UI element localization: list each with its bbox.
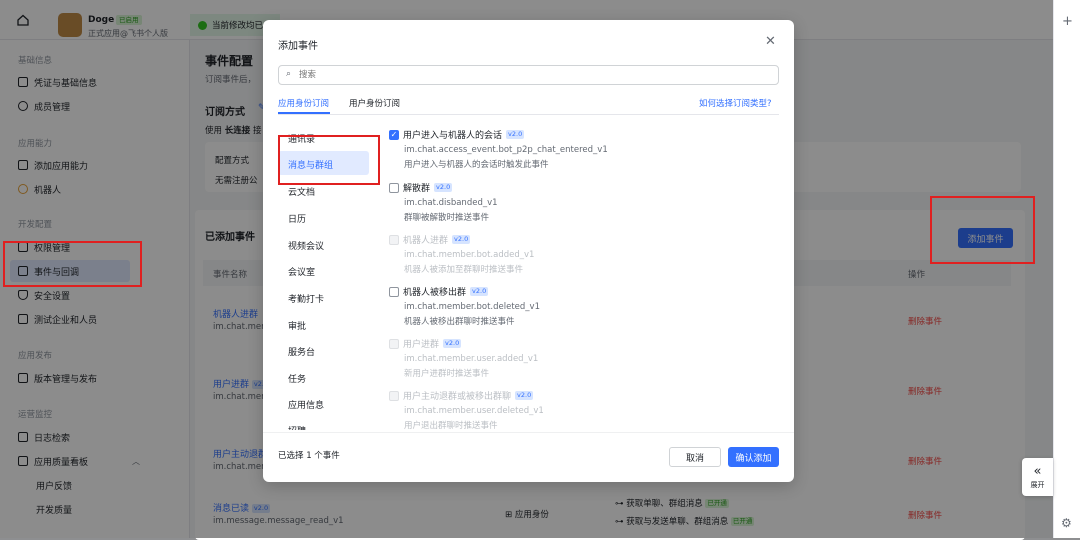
search-box[interactable]: ⌕: [278, 65, 779, 85]
event-code: im.chat.member.user.deleted_v1: [404, 406, 544, 416]
category-list: 通讯录 消息与群组 云文档 日历 视频会议 会议室 考勤打卡 审批 服务台 任务…: [263, 120, 378, 430]
event-item[interactable]: 解散群 v2.0 im.chat.disbanded_v1 群聊被解散时推送事件: [389, 181, 498, 223]
event-code: im.chat.member.bot.deleted_v1: [404, 302, 540, 312]
version-tag: v2.0: [452, 235, 471, 244]
event-desc: 机器人被添加至群聊时推送事件: [404, 265, 524, 275]
category-docs[interactable]: 云文档: [288, 185, 315, 198]
category-approval[interactable]: 审批: [288, 319, 306, 332]
checkbox[interactable]: [389, 182, 399, 193]
category-hiring[interactable]: 招聘: [288, 424, 306, 430]
help-link[interactable]: 如何选择订阅类型?: [699, 97, 772, 109]
checkbox[interactable]: [389, 286, 399, 297]
event-item[interactable]: 机器人被移出群 v2.0 im.chat.member.bot.deleted_v…: [389, 285, 540, 327]
version-tag: v2.0: [515, 391, 534, 400]
checkbox: [389, 390, 399, 401]
event-name: 机器人被移出群: [403, 288, 467, 298]
category-meeting-room[interactable]: 会议室: [288, 265, 315, 278]
version-tag: v2.0: [470, 287, 489, 296]
expand-label: 展开: [1030, 480, 1045, 489]
settings-icon[interactable]: ⚙: [1061, 516, 1072, 530]
event-name: 解散群: [403, 184, 431, 194]
version-tag: v2.0: [434, 183, 453, 192]
category-contacts[interactable]: 通讯录: [288, 132, 315, 145]
event-code: im.chat.access_event.bot_p2p_chat_entere…: [404, 145, 608, 155]
event-desc: 群聊被解散时推送事件: [404, 213, 490, 223]
double-chevron-left-icon: «: [1033, 463, 1042, 479]
event-name: 用户进群: [403, 340, 440, 350]
category-messages[interactable]: 消息与群组: [288, 158, 333, 171]
event-code: im.chat.member.user.added_v1: [404, 354, 539, 364]
footer-divider: [263, 432, 794, 433]
tabs-divider: [278, 114, 779, 115]
add-event-modal: 添加事件 ✕ ⌕ 应用身份订阅 用户身份订阅 如何选择订阅类型? 通讯录 消息与…: [263, 20, 794, 482]
event-name: 用户进入与机器人的会话: [403, 131, 503, 141]
cancel-button[interactable]: 取消: [669, 447, 721, 467]
event-desc: 用户退出群聊时推送事件: [404, 421, 498, 431]
category-task[interactable]: 任务: [288, 372, 306, 385]
category-app-info[interactable]: 应用信息: [288, 398, 324, 411]
category-calendar[interactable]: 日历: [288, 212, 306, 225]
checkbox: [389, 338, 399, 349]
selected-count: 已选择 1 个事件: [278, 451, 340, 461]
event-item: 机器人进群 v2.0 im.chat.member.bot.added_v1 机器…: [389, 233, 534, 275]
version-tag: v2.0: [443, 339, 462, 348]
checkbox: [389, 234, 399, 245]
search-input[interactable]: [299, 68, 759, 82]
event-code: im.chat.member.bot.added_v1: [404, 250, 535, 260]
search-icon: ⌕: [286, 69, 292, 79]
category-vc[interactable]: 视频会议: [288, 239, 324, 252]
event-desc: 用户进入与机器人的会话时触发此事件: [404, 160, 549, 170]
close-icon[interactable]: ✕: [765, 34, 776, 49]
event-item: 用户主动退群或被移出群聊 v2.0 im.chat.member.user.del…: [389, 389, 544, 431]
event-desc: 机器人被移出群聊时推送事件: [404, 317, 515, 327]
checkbox[interactable]: ✓: [389, 129, 399, 140]
right-rail: + ⚙: [1053, 0, 1080, 538]
tab-user-identity[interactable]: 用户身份订阅: [349, 97, 400, 109]
event-name: 用户主动退群或被移出群聊: [403, 392, 512, 402]
event-code: im.chat.disbanded_v1: [404, 198, 498, 208]
event-item[interactable]: ✓ 用户进入与机器人的会话 v2.0 im.chat.access_event.bo…: [389, 128, 608, 170]
event-desc: 新用户进群时推送事件: [404, 369, 490, 379]
category-attendance[interactable]: 考勤打卡: [288, 292, 324, 305]
plus-icon[interactable]: +: [1062, 14, 1073, 29]
expand-panel-button[interactable]: « 展开: [1022, 458, 1053, 496]
modal-title: 添加事件: [278, 41, 318, 52]
confirm-add-button[interactable]: 确认添加: [728, 447, 779, 467]
event-name: 机器人进群: [403, 236, 449, 246]
event-item: 用户进群 v2.0 im.chat.member.user.added_v1 新用…: [389, 337, 538, 379]
category-helpdesk[interactable]: 服务台: [288, 345, 315, 358]
version-tag: v2.0: [506, 130, 525, 139]
tab-app-identity[interactable]: 应用身份订阅: [278, 97, 329, 109]
